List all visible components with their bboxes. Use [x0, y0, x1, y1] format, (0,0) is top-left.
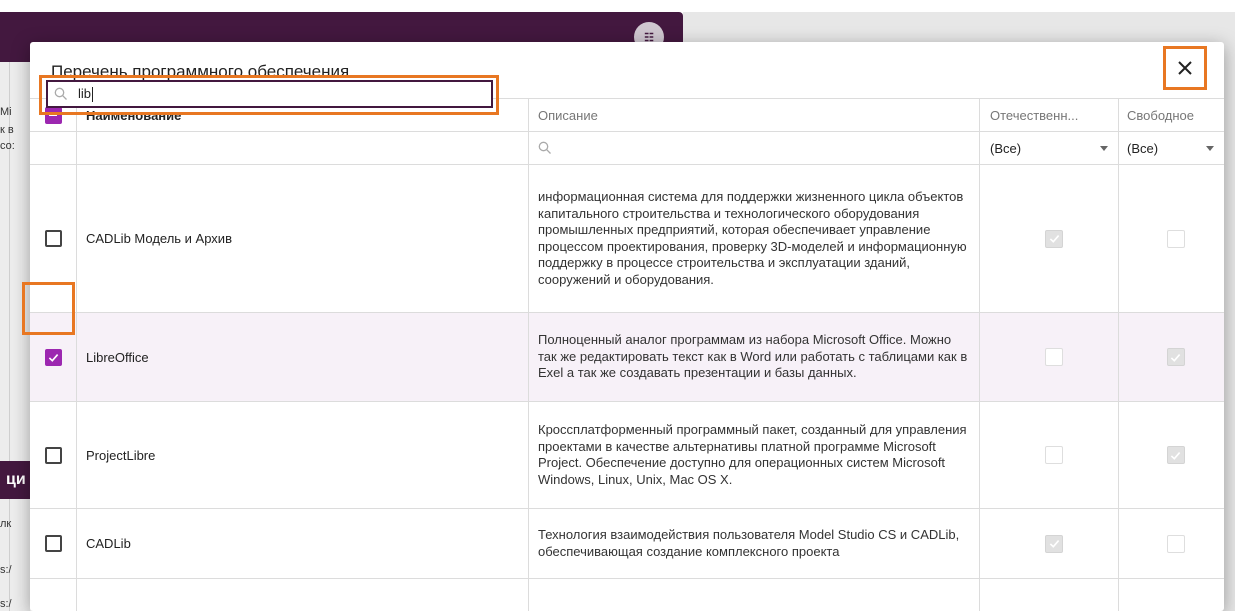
row-select-cell [30, 509, 77, 578]
grid-filter-row: (Все) (Все) [30, 132, 1224, 165]
background-text-fragment: s:/ [0, 598, 12, 610]
empty-cell [77, 579, 529, 611]
table-row[interactable]: ProjectLibre Кроссплатформенный программ… [30, 402, 1224, 509]
software-description: Кроссплатформенный программный пакет, со… [529, 402, 980, 508]
table-row[interactable]: CADLib Технология взаимодействия пользов… [30, 509, 1224, 579]
check-icon [1170, 353, 1181, 362]
free-checkbox [1166, 534, 1185, 553]
software-name: ProjectLibre [77, 402, 529, 508]
search-icon [538, 141, 551, 154]
empty-cell [30, 579, 77, 611]
chevron-down-icon [1206, 145, 1214, 151]
software-name: CADLib [77, 509, 529, 578]
column-header-free[interactable]: Свободное [1119, 99, 1224, 131]
empty-cell [529, 579, 980, 611]
search-icon [54, 87, 67, 100]
row-checkbox[interactable] [44, 348, 62, 366]
table-row[interactable]: CADLib Модель и Архив информационная сис… [30, 165, 1224, 313]
row-checkbox[interactable] [44, 535, 62, 552]
domestic-checkbox [1045, 229, 1063, 248]
name-filter-highlight: lib [39, 75, 499, 115]
check-icon [48, 353, 58, 362]
check-icon [1049, 540, 1059, 548]
software-description: Полноценный аналог программам из набора … [529, 313, 980, 401]
description-filter-input[interactable] [529, 132, 980, 164]
row-select-cell [30, 402, 77, 508]
software-description: Технология взаимодействия пользователя M… [529, 509, 980, 578]
name-filter-value: lib [78, 85, 92, 101]
domestic-filter-value: (Все) [990, 140, 1022, 156]
domestic-cell [980, 165, 1119, 312]
free-cell [1119, 509, 1224, 578]
selected-checkbox-highlight [22, 282, 75, 335]
free-checkbox [1166, 348, 1185, 366]
background-text-fragment: Mi [0, 106, 12, 118]
close-icon [1178, 61, 1192, 75]
table-row[interactable]: LibreOffice Полноценный аналог программа… [30, 313, 1224, 402]
software-list-dialog: Перечень программного обеспечения Наимен… [30, 42, 1224, 611]
free-cell [1119, 402, 1224, 508]
column-header-domestic[interactable]: Отечественн... [980, 99, 1119, 131]
row-checkbox[interactable] [44, 446, 62, 464]
background-text-fragment: к в [0, 124, 14, 136]
background-text-fragment: со: [0, 140, 15, 152]
check-icon [1170, 451, 1181, 460]
domestic-checkbox [1045, 348, 1063, 366]
empty-cell [1119, 579, 1224, 611]
software-description: информационная система для поддержки жиз… [529, 165, 980, 312]
software-name: LibreOffice [77, 313, 529, 401]
name-filter-input[interactable]: lib [46, 80, 493, 108]
free-cell [1119, 165, 1224, 312]
text-cursor [92, 87, 94, 103]
domestic-cell [980, 313, 1119, 401]
free-checkbox [1166, 229, 1185, 248]
check-icon [1049, 235, 1059, 243]
background-section-band: ци [0, 461, 30, 499]
background-text-fragment: s:/ [0, 564, 12, 576]
name-filter-cell [77, 132, 529, 164]
free-filter-value: (Все) [1127, 140, 1159, 156]
domestic-checkbox [1045, 534, 1063, 553]
background-text-fragment: лк [0, 518, 12, 530]
domestic-checkbox [1045, 446, 1063, 464]
column-header-description[interactable]: Описание [529, 99, 980, 131]
background-top-band [0, 0, 1235, 12]
chevron-down-icon [1100, 145, 1108, 151]
free-checkbox [1166, 446, 1185, 464]
close-button[interactable] [1163, 46, 1207, 90]
software-name: CADLib Модель и Архив [77, 165, 529, 312]
empty-row [30, 579, 1224, 611]
filter-spacer [30, 132, 77, 164]
free-cell [1119, 313, 1224, 401]
free-filter-select[interactable]: (Все) [1119, 132, 1224, 164]
domestic-filter-select[interactable]: (Все) [980, 132, 1119, 164]
empty-cell [980, 579, 1119, 611]
domestic-cell [980, 402, 1119, 508]
row-checkbox[interactable] [44, 230, 62, 247]
domestic-cell [980, 509, 1119, 578]
background-text-fragment: ци [6, 471, 26, 488]
